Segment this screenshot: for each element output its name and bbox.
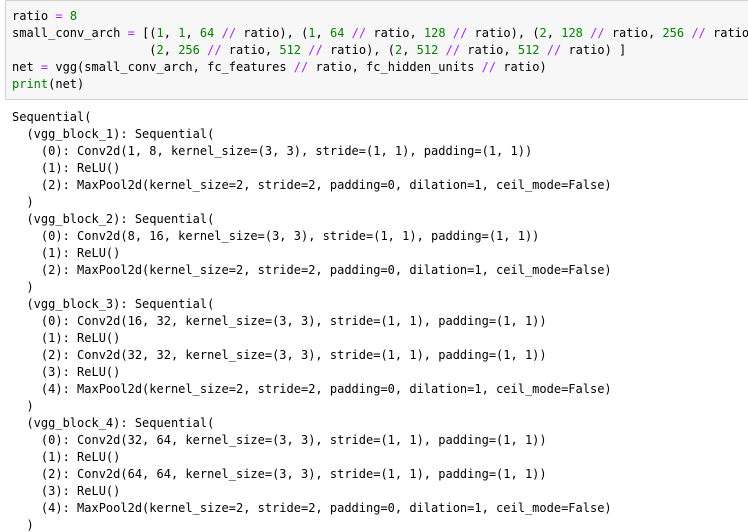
code-input-cell[interactable]: ratio = 8 small_conv_arch = [(1, 1, 64 //… bbox=[5, 0, 748, 100]
code-token-operator: // bbox=[351, 26, 367, 40]
code-token-punct: ratio, bbox=[460, 43, 518, 57]
code-token-number: 512 bbox=[279, 43, 302, 57]
code-token-operator: // bbox=[691, 26, 706, 40]
output-line: ) bbox=[12, 195, 34, 209]
code-token-punct bbox=[120, 26, 127, 40]
output-line: (0): Conv2d(8, 16, kernel_size=(3, 3), s… bbox=[12, 229, 540, 243]
output-line: (2): MaxPool2d(kernel_size=2, stride=2, … bbox=[12, 178, 612, 192]
code-token-number: 256 bbox=[178, 43, 200, 57]
code-token-operator: // bbox=[308, 43, 323, 57]
code-token-punct bbox=[438, 43, 445, 57]
output-line: ) bbox=[12, 518, 34, 532]
code-token-number: 128 bbox=[423, 26, 446, 40]
code-token-punct: , bbox=[163, 43, 179, 57]
code-token-punct: ratio), ( bbox=[322, 43, 395, 57]
code-token-punct bbox=[214, 26, 221, 40]
code-line: ratio = 8 bbox=[12, 8, 748, 25]
output-line: ) bbox=[12, 280, 34, 294]
code-token-punct: ratio) ] bbox=[561, 43, 627, 57]
code-line: small_conv_arch = [(1, 1, 64 // ratio), … bbox=[12, 25, 748, 42]
code-token-punct bbox=[63, 9, 70, 23]
code-token-number: 512 bbox=[416, 43, 439, 57]
output-line: (3): ReLU() bbox=[12, 365, 121, 379]
output-line: (vgg_block_2): Sequential( bbox=[12, 212, 215, 226]
output-line: (4): MaxPool2d(kernel_size=2, stride=2, … bbox=[12, 382, 612, 396]
code-token-operator: // bbox=[590, 26, 605, 40]
output-line: (2): Conv2d(32, 32, kernel_size=(3, 3), … bbox=[12, 348, 547, 362]
code-token-punct bbox=[540, 43, 547, 57]
code-token-operator: // bbox=[293, 60, 309, 74]
code-token-punct: (net) bbox=[48, 77, 85, 91]
output-line: (1): ReLU() bbox=[12, 331, 121, 345]
code-token-number: 8 bbox=[69, 9, 78, 23]
code-token-operator: = bbox=[55, 9, 63, 23]
output-line: (1): ReLU() bbox=[12, 450, 121, 464]
code-line: print(net) bbox=[12, 76, 748, 93]
code-token-number: 2 bbox=[156, 43, 164, 57]
code-token-punct: ratio), ( bbox=[236, 26, 309, 40]
code-token-variable: ratio bbox=[12, 9, 49, 23]
code-token-operator: // bbox=[481, 60, 497, 74]
output-line: ) bbox=[12, 399, 34, 413]
output-line: (0): Conv2d(32, 64, kernel_size=(3, 3), … bbox=[12, 433, 547, 447]
code-token-operator: // bbox=[546, 43, 562, 57]
code-token-number: 256 bbox=[662, 26, 685, 40]
code-token-punct: ratio, bbox=[366, 26, 424, 40]
output-line: (vgg_block_3): Sequential( bbox=[12, 297, 215, 311]
code-token-operator: // bbox=[221, 26, 237, 40]
code-token-operator: // bbox=[445, 43, 461, 57]
code-token-number: 1 bbox=[156, 26, 164, 40]
output-line: (3): ReLU() bbox=[12, 484, 121, 498]
code-token-punct: , bbox=[315, 26, 330, 40]
output-line: (0): Conv2d(1, 8, kernel_size=(3, 3), st… bbox=[12, 144, 533, 158]
code-token-punct: ( bbox=[12, 43, 157, 57]
code-token-punct: ratio, bbox=[221, 43, 280, 57]
code-token-number: 1 bbox=[308, 26, 316, 40]
code-token-punct: , bbox=[163, 26, 179, 40]
code-token-punct bbox=[34, 60, 41, 74]
code-token-number: 64 bbox=[199, 26, 215, 40]
output-line: (4): MaxPool2d(kernel_size=2, stride=2, … bbox=[12, 501, 612, 515]
output-line: (1): ReLU() bbox=[12, 161, 121, 175]
code-token-number: 128 bbox=[561, 26, 583, 40]
output-line: (2): MaxPool2d(kernel_size=2, stride=2, … bbox=[12, 263, 612, 277]
code-token-punct: ratio, fc_hidden_units bbox=[308, 60, 482, 74]
code-token-punct: vgg(small_conv_arch, fc_features bbox=[48, 60, 294, 74]
code-token-punct: [( bbox=[134, 26, 157, 40]
code-token-punct: ratio), ( bbox=[467, 26, 540, 40]
code-token-punct: ratio), bbox=[713, 26, 748, 40]
code-token-number: 64 bbox=[329, 26, 345, 40]
output-line: Sequential( bbox=[12, 110, 92, 124]
code-line: net = vgg(small_conv_arch, fc_features /… bbox=[12, 59, 748, 76]
code-token-punct: ratio, bbox=[604, 26, 663, 40]
code-token-operator: // bbox=[207, 43, 222, 57]
cell-output-area: Sequential( (vgg_block_1): Sequential( (… bbox=[12, 109, 748, 532]
output-line: (0): Conv2d(16, 32, kernel_size=(3, 3), … bbox=[12, 314, 547, 328]
code-token-number: 512 bbox=[517, 43, 540, 57]
code-token-operator: = bbox=[127, 26, 135, 40]
code-token-operator: // bbox=[452, 26, 468, 40]
code-token-punct: , bbox=[546, 26, 562, 40]
output-line: (1): ReLU() bbox=[12, 246, 121, 260]
output-line: (2): Conv2d(64, 64, kernel_size=(3, 3), … bbox=[12, 467, 547, 481]
code-token-punct: ratio) bbox=[496, 60, 547, 74]
code-token-punct bbox=[446, 26, 453, 40]
code-token-number: 2 bbox=[539, 26, 547, 40]
code-token-punct: , bbox=[402, 43, 417, 57]
output-line: (vgg_block_1): Sequential( bbox=[12, 127, 215, 141]
code-token-variable: net bbox=[12, 60, 34, 74]
code-token-variable: small_conv_arch bbox=[12, 26, 121, 40]
code-token-punct bbox=[344, 26, 351, 40]
code-token-punct: , bbox=[185, 26, 200, 40]
output-line: (vgg_block_4): Sequential( bbox=[12, 416, 215, 430]
code-token-builtin: print bbox=[12, 77, 49, 91]
code-line: (2, 256 // ratio, 512 // ratio), (2, 512… bbox=[12, 42, 748, 59]
